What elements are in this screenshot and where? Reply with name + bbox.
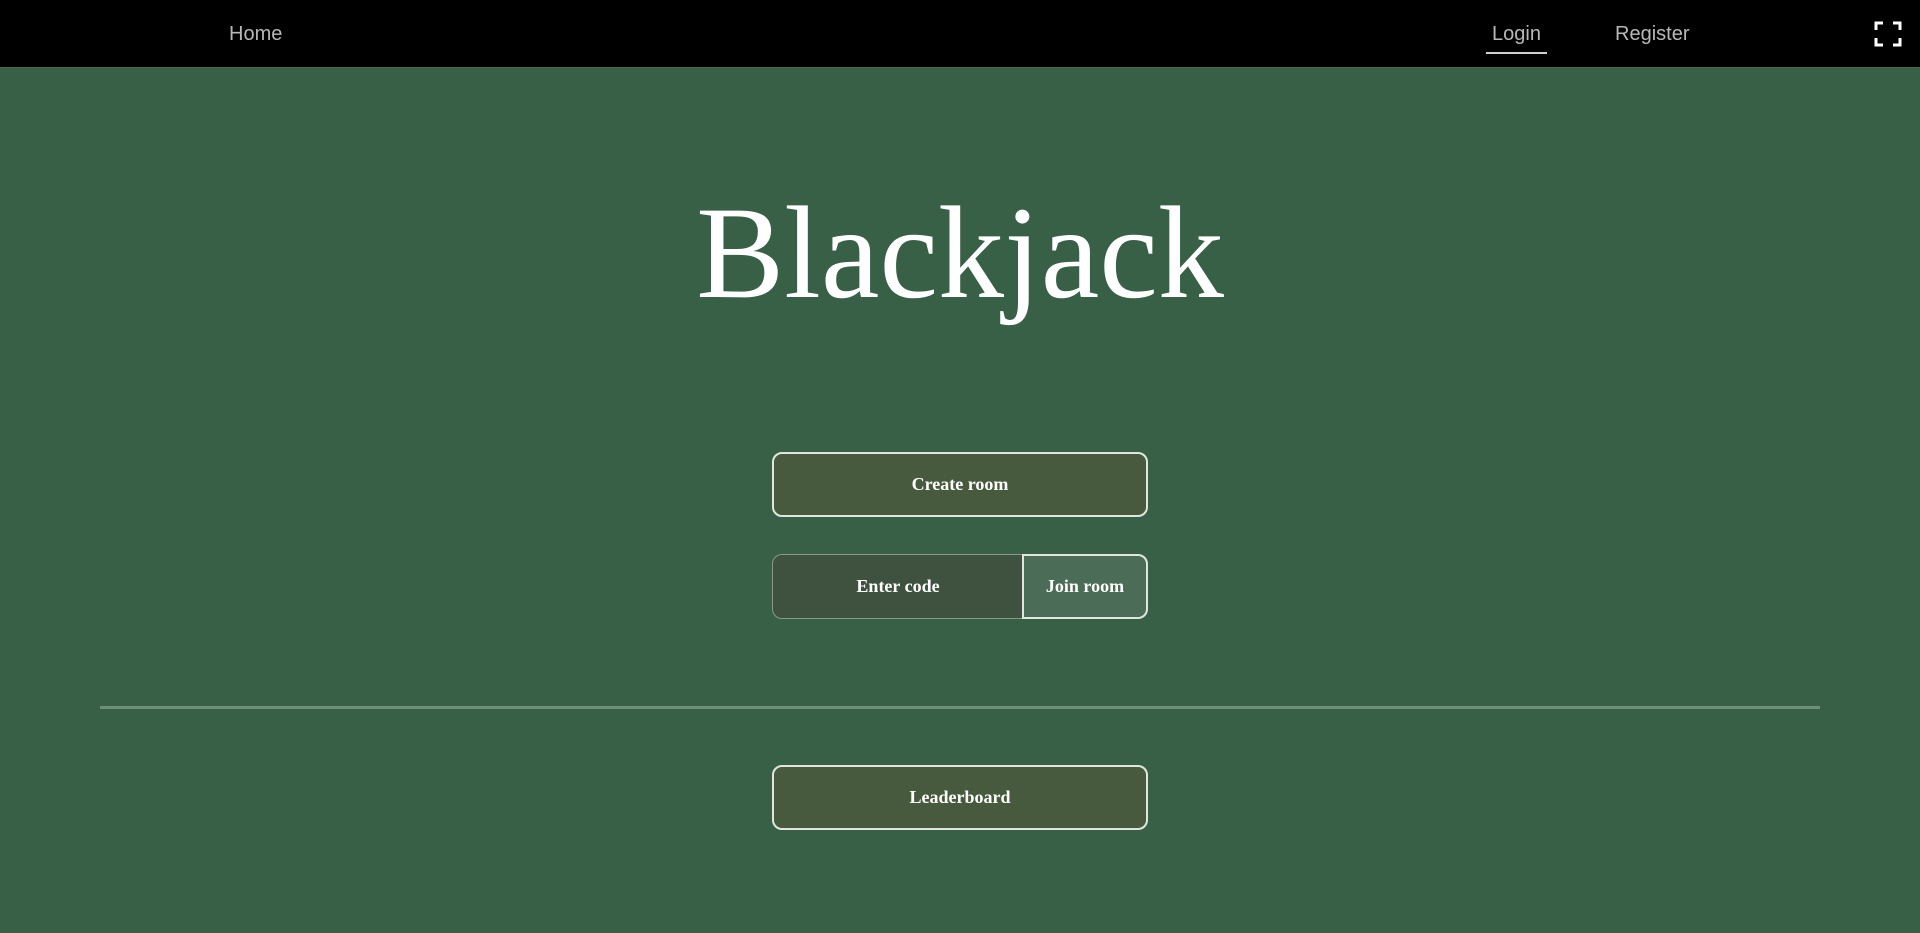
join-room-label: Join room	[1045, 576, 1125, 596]
fullscreen-icon[interactable]	[1874, 21, 1902, 47]
nav-register-link[interactable]: Register	[1615, 0, 1689, 68]
nav-login-active-underline	[1486, 52, 1547, 54]
create-room-button[interactable]: Create room	[772, 452, 1148, 517]
leaderboard-label: Leaderboard	[909, 787, 1011, 807]
top-navbar: Home Login Register	[0, 0, 1920, 68]
nav-login-link[interactable]: Login	[1486, 0, 1547, 68]
join-room-group: Join room	[772, 554, 1148, 619]
section-divider	[100, 706, 1820, 709]
join-room-button[interactable]: Join room	[1022, 554, 1148, 619]
room-code-input[interactable]	[772, 554, 1023, 619]
create-room-label: Create room	[911, 474, 1009, 494]
page-title: Blackjack	[696, 179, 1224, 326]
leaderboard-button[interactable]: Leaderboard	[772, 765, 1148, 830]
nav-login-label: Login	[1492, 23, 1541, 45]
nav-home-link[interactable]: Home	[229, 0, 282, 68]
